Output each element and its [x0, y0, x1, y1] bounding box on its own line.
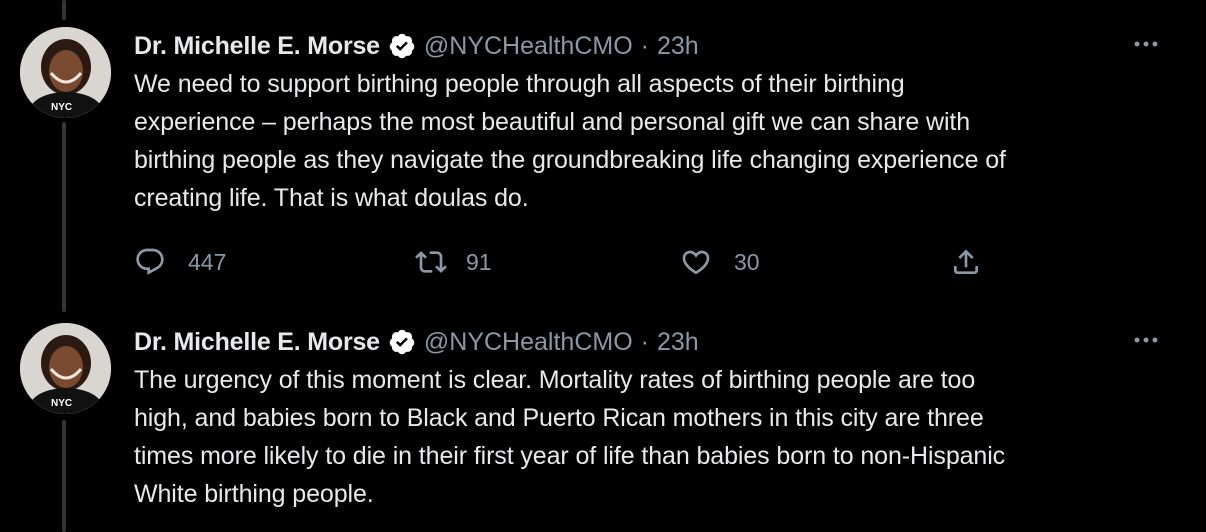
author-handle[interactable]: @NYCHealthCMO [424, 328, 633, 357]
tweet-text: We need to support birthing people throu… [134, 65, 1134, 217]
avatar[interactable]: NYC [20, 27, 111, 118]
tweet-text-line: creating life. That is what doulas do. [134, 184, 529, 212]
tweet-actions: 447 91 30 [134, 242, 994, 282]
author-name[interactable]: Dr. Michelle E. Morse [134, 328, 380, 357]
tweet-header: Dr. Michelle E. Morse @NYCHealthCMO · 23… [134, 325, 1166, 359]
like-count: 30 [734, 248, 760, 275]
avatar-badge: NYC [51, 102, 72, 113]
tweet-text: The urgency of this moment is clear. Mor… [134, 361, 1134, 513]
avatar[interactable]: NYC [20, 323, 111, 414]
tweet-timestamp[interactable]: 23h [657, 32, 699, 61]
reply-count: 447 [188, 248, 227, 275]
tweet[interactable]: NYC Dr. Michelle E. Morse @NYCHealthCMO … [0, 0, 1206, 300]
reply-button[interactable]: 447 [134, 242, 226, 282]
tweet-text-line: White birthing people. [134, 480, 374, 508]
share-button[interactable] [950, 242, 982, 282]
tweet-text-line: times more likely to die in their first … [134, 442, 1006, 470]
retweet-icon [415, 251, 447, 273]
retweet-button[interactable]: 91 [414, 242, 492, 282]
retweet-count: 91 [466, 248, 492, 275]
tweet-timestamp[interactable]: 23h [657, 328, 699, 357]
share-icon [954, 249, 978, 274]
author-name[interactable]: Dr. Michelle E. Morse [134, 32, 380, 61]
tweet-text-line: The urgency of this moment is clear. Mor… [134, 366, 976, 394]
tweet-text-line: birthing people as they navigate the gro… [134, 146, 1006, 174]
author-handle[interactable]: @NYCHealthCMO [424, 32, 633, 61]
more-horizontal-icon[interactable] [1126, 29, 1166, 59]
separator-dot: · [640, 327, 649, 356]
tweet-text-line: high, and babies born to Black and Puert… [134, 404, 984, 432]
tweet-text-line: We need to support birthing people throu… [134, 70, 905, 98]
more-horizontal-icon[interactable] [1126, 325, 1166, 355]
verified-badge-icon [388, 328, 416, 356]
separator-dot: · [640, 31, 649, 60]
like-button[interactable]: 30 [680, 242, 760, 282]
avatar-badge: NYC [51, 398, 72, 409]
reply-icon [136, 248, 164, 275]
heart-icon [682, 250, 710, 275]
tweet[interactable]: NYC Dr. Michelle E. Morse @NYCHealthCMO … [0, 296, 1206, 532]
verified-badge-icon [388, 32, 416, 60]
tweet-text-line: experience – perhaps the most beautiful … [134, 108, 971, 136]
tweet-header: Dr. Michelle E. Morse @NYCHealthCMO · 23… [134, 29, 1166, 63]
